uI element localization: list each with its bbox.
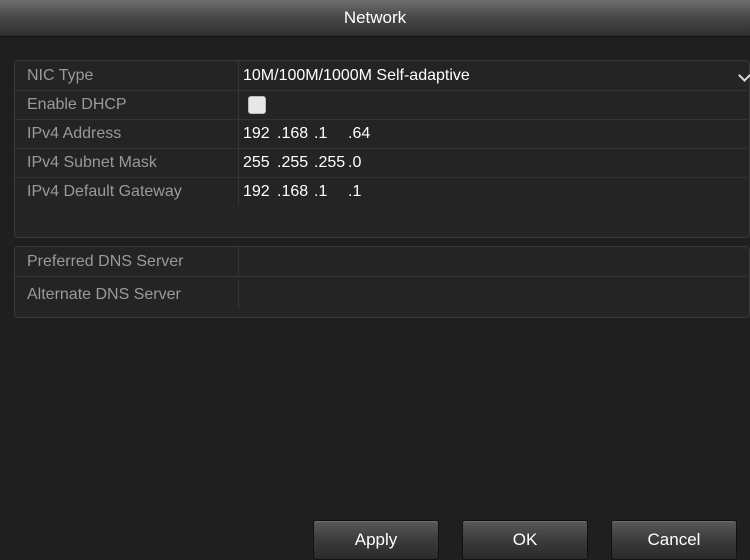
subnet-mask-row: IPv4 Subnet Mask 255 .255 .255 .0: [15, 148, 750, 178]
nic-type-value: 10M/100M/1000M Self-adaptive: [243, 67, 470, 84]
network-dialog: Network NIC Type 10M/100M/1000M Self-ada…: [0, 0, 750, 560]
ipv4-address-octet-3[interactable]: .1: [314, 119, 327, 148]
gateway-octet-1[interactable]: 192: [243, 177, 270, 206]
ipv4-address-row: IPv4 Address 192 .168 .1 .64: [15, 119, 750, 149]
subnet-mask-octet-2[interactable]: .255: [277, 148, 308, 177]
ipv4-address-octet-2[interactable]: .168: [277, 119, 308, 148]
nic-type-row: NIC Type 10M/100M/1000M Self-adaptive: [15, 61, 750, 91]
alternate-dns-row: Alternate DNS Server: [15, 280, 750, 309]
subnet-mask-octet-4[interactable]: .0: [348, 148, 361, 177]
alternate-dns-label: Alternate DNS Server: [15, 280, 239, 309]
ipv4-address-label: IPv4 Address: [15, 119, 239, 148]
subnet-mask-octet-1[interactable]: 255: [243, 148, 270, 177]
ipv4-address-octet-4[interactable]: .64: [348, 119, 370, 148]
dhcp-row: Enable DHCP: [15, 90, 750, 120]
preferred-dns-row: Preferred DNS Server: [15, 247, 750, 277]
nic-type-label: NIC Type: [15, 61, 239, 90]
dhcp-checkbox[interactable]: [248, 96, 266, 114]
gateway-row: IPv4 Default Gateway 192 .168 .1 .1: [15, 177, 750, 206]
preferred-dns-label: Preferred DNS Server: [15, 247, 239, 276]
gateway-octet-2[interactable]: .168: [277, 177, 308, 206]
dialog-footer: Apply OK Cancel: [0, 508, 750, 560]
chevron-down-icon[interactable]: [738, 69, 750, 82]
subnet-mask-octet-3[interactable]: .255: [314, 148, 345, 177]
gateway-label: IPv4 Default Gateway: [15, 177, 239, 206]
nic-type-select[interactable]: 10M/100M/1000M Self-adaptive: [243, 61, 750, 90]
cancel-button[interactable]: Cancel: [611, 520, 737, 560]
apply-button[interactable]: Apply: [313, 520, 439, 560]
ipv4-settings-group: NIC Type 10M/100M/1000M Self-adaptive En…: [14, 60, 750, 238]
subnet-mask-label: IPv4 Subnet Mask: [15, 148, 239, 177]
gateway-octet-4[interactable]: .1: [348, 177, 361, 206]
preferred-dns-field[interactable]: [243, 247, 743, 276]
ipv4-address-octet-1[interactable]: 192: [243, 119, 270, 148]
ok-button[interactable]: OK: [462, 520, 588, 560]
alternate-dns-field[interactable]: [243, 280, 743, 309]
dns-settings-group: Preferred DNS Server Alternate DNS Serve…: [14, 246, 750, 318]
dialog-title: Network: [0, 0, 750, 37]
dhcp-label: Enable DHCP: [15, 90, 239, 119]
gateway-octet-3[interactable]: .1: [314, 177, 327, 206]
